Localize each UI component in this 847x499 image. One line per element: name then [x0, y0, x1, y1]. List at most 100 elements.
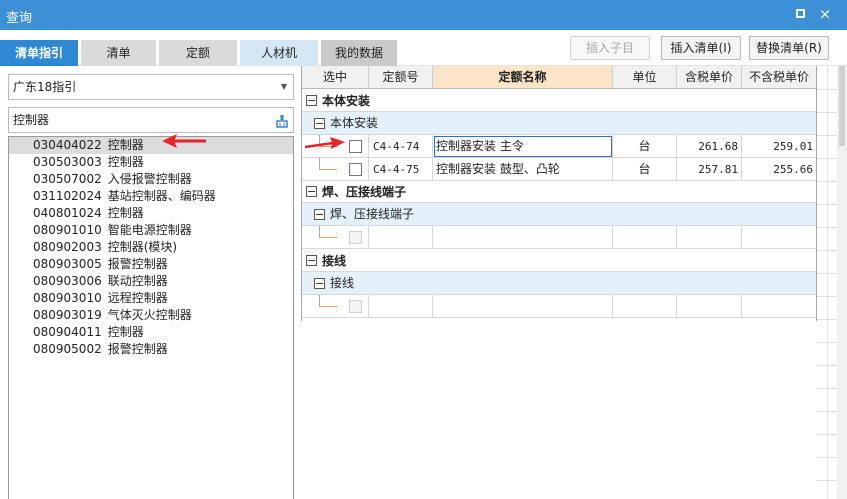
row-checkbox[interactable] — [349, 300, 362, 313]
list-item-name: 入侵报警控制器 — [107, 172, 192, 186]
insert-child-button[interactable]: 插入子目 — [570, 36, 650, 60]
list-item[interactable]: 080902003 控制器(模块) — [9, 239, 293, 256]
tab-list-guide[interactable]: 清单指引 — [0, 40, 78, 66]
background-grid — [817, 66, 837, 499]
list-item-code: 080903010 — [33, 291, 102, 305]
list-item[interactable]: 030503003 控制器 — [9, 154, 293, 171]
subgroup-row-body-install[interactable]: − 本体安装 — [302, 112, 816, 135]
quota-unit: 台 — [613, 135, 677, 158]
list-item-name: 联动控制器 — [107, 274, 168, 288]
title-bar[interactable]: 查询 × — [0, 0, 847, 30]
list-item[interactable]: 080903005 报警控制器 — [9, 256, 293, 273]
col-header-price-notax[interactable]: 不含税单价 — [742, 66, 816, 89]
list-item-name: 控制器 — [107, 206, 144, 220]
tab-quota[interactable]: 定额 — [159, 40, 237, 66]
subgroup-row-terminal[interactable]: − 焊、压接线端子 — [302, 203, 816, 226]
list-item-name: 控制器 — [107, 325, 144, 339]
col-header-select[interactable]: 选中 — [302, 66, 369, 89]
row-checkbox[interactable] — [349, 163, 362, 176]
table-row[interactable] — [302, 226, 816, 249]
insert-list-button[interactable]: 插入清单(I) — [661, 36, 741, 60]
search-input-value: 控制器 — [13, 113, 50, 127]
price-tax: 257.81 — [677, 158, 742, 181]
list-item-code: 030404022 — [33, 138, 102, 152]
collapse-icon[interactable]: − — [306, 186, 317, 197]
broom-clear-icon[interactable] — [275, 112, 289, 128]
list-item-name: 智能电源控制器 — [107, 223, 192, 237]
list-item-name: 控制器(模块) — [107, 240, 178, 254]
collapse-icon[interactable]: − — [306, 95, 317, 106]
restore-icon[interactable] — [792, 6, 808, 22]
subgroup-row-wiring[interactable]: − 接线 — [302, 272, 816, 295]
list-item-code: 080903019 — [33, 308, 102, 322]
query-window: 查询 × 清单指引 清单 定额 人材机 我的数据 插入子目 插入清单(I) 替换… — [0, 0, 847, 499]
quota-name[interactable]: 控制器安装 鼓型、凸轮 — [433, 158, 613, 181]
collapse-icon[interactable]: − — [306, 255, 317, 266]
list-item[interactable]: 080903010 远程控制器 — [9, 290, 293, 307]
price-notax: 259.01 — [773, 140, 813, 153]
tab-labor-material-machine[interactable]: 人材机 — [240, 40, 318, 66]
price-notax: 255.66 — [773, 163, 813, 176]
replace-list-button[interactable]: 替换清单(R) — [749, 36, 829, 60]
col-header-price-tax[interactable]: 含税单价 — [677, 66, 742, 89]
close-icon[interactable]: × — [817, 6, 833, 22]
list-item-code: 080903006 — [33, 274, 102, 288]
window-title: 查询 — [6, 11, 33, 26]
row-checkbox[interactable] — [349, 140, 362, 153]
list-item[interactable]: 080903006 联动控制器 — [9, 273, 293, 290]
list-item[interactable]: 080903019 气体灭火控制器 — [9, 307, 293, 324]
list-item[interactable]: 040801024 控制器 — [9, 205, 293, 222]
collapse-icon[interactable]: − — [314, 278, 325, 289]
search-input[interactable]: 控制器 — [8, 107, 294, 133]
list-item[interactable]: 080901010 智能电源控制器 — [9, 222, 293, 239]
list-item-code: 040801024 — [33, 206, 102, 220]
list-item-code: 080903005 — [33, 257, 102, 271]
list-item-code: 080902003 — [33, 240, 102, 254]
list-item-name: 报警控制器 — [107, 257, 168, 271]
list-item[interactable]: 080904011 控制器 — [9, 324, 293, 341]
list-item-code: 080904011 — [33, 325, 102, 339]
guide-list: 030404022 控制器 030503003 控制器 030507002 入侵报警控制器… — [8, 136, 294, 499]
tab-bar: 清单指引 清单 定额 人材机 我的数据 插入子目 插入清单(I) 替换清单(R) — [0, 30, 847, 66]
row-checkbox[interactable] — [349, 231, 362, 244]
list-item-code: 080901010 — [33, 223, 102, 237]
list-item-code: 030507002 — [33, 172, 102, 186]
tab-my-data[interactable]: 我的数据 — [321, 40, 397, 66]
red-arrow-annotation — [304, 137, 345, 149]
group-row-body-install[interactable]: − 本体安装 — [302, 90, 816, 112]
list-item[interactable]: 030404022 控制器 — [9, 137, 293, 154]
quota-unit: 台 — [613, 158, 677, 181]
collapse-icon[interactable]: − — [314, 209, 325, 220]
list-item[interactable]: 031102024 基站控制器、编码器 — [9, 188, 293, 205]
collapse-icon[interactable]: − — [314, 118, 325, 129]
scrollbar-thumb[interactable] — [839, 66, 845, 146]
list-item-code: 030503003 — [33, 155, 102, 169]
list-item-name: 控制器 — [107, 138, 144, 152]
group-row-wiring[interactable]: − 接线 — [302, 250, 816, 272]
region-select-value: 广东18指引 — [13, 80, 77, 94]
list-item-name: 控制器 — [107, 155, 144, 169]
quota-code: C4-4-75 — [369, 158, 433, 181]
col-header-code[interactable]: 定额号 — [369, 66, 433, 89]
list-item[interactable]: 080905002 报警控制器 — [9, 341, 293, 358]
group-row-terminal[interactable]: − 焊、压接线端子 — [302, 181, 816, 203]
list-item[interactable]: 030507002 入侵报警控制器 — [9, 171, 293, 188]
guide-panel: 广东18指引 ▼ 控制器 030404022 控制器 030503003 控制器 030… — [0, 66, 301, 499]
quota-name[interactable]: 控制器安装 主令 — [433, 135, 613, 158]
table-row[interactable] — [302, 295, 816, 318]
region-select[interactable]: 广东18指引 ▼ — [8, 74, 294, 100]
col-header-name[interactable]: 定额名称 — [433, 66, 613, 89]
chevron-down-icon[interactable]: ▼ — [281, 75, 287, 99]
list-item-code: 031102024 — [33, 189, 102, 203]
vertical-scrollbar[interactable] — [837, 66, 847, 499]
list-item-name: 报警控制器 — [107, 342, 168, 356]
col-header-unit[interactable]: 单位 — [613, 66, 677, 89]
list-item-name: 气体灭火控制器 — [107, 308, 192, 322]
red-arrow-annotation — [162, 134, 206, 148]
list-item-name: 基站控制器、编码器 — [107, 189, 216, 203]
tab-list[interactable]: 清单 — [81, 40, 156, 66]
list-item-name: 远程控制器 — [107, 291, 168, 305]
table-row[interactable]: C4-4-75 控制器安装 鼓型、凸轮 台 257.81 255.66 — [302, 158, 816, 181]
quota-grid: 选中 定额号 定额名称 单位 含税单价 不含税单价 − 本体安装 − 本体安装 … — [301, 66, 817, 321]
table-row[interactable]: C4-4-74 控制器安装 主令 台 261.68 259.01 — [302, 135, 816, 158]
